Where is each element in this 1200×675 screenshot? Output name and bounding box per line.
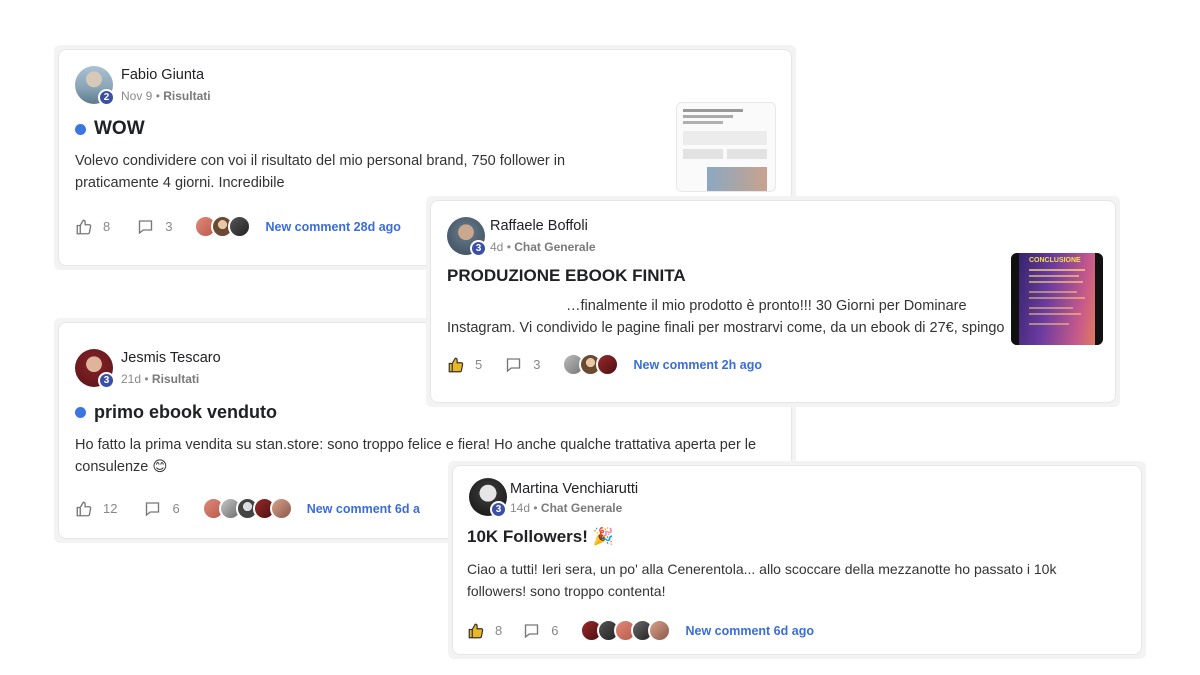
post-date: 14d	[510, 501, 531, 515]
new-comment-link[interactable]: New comment 2h ago	[633, 358, 762, 372]
comment-count: 3	[165, 219, 173, 234]
like-button[interactable]: 8	[467, 622, 502, 640]
like-button[interactable]: 12	[75, 500, 117, 518]
post-category[interactable]: Chat Generale	[541, 501, 622, 515]
thumbs-up-icon	[76, 219, 92, 234]
commenter-avatar	[648, 619, 672, 642]
level-badge: 3	[490, 501, 507, 518]
post-title[interactable]: WOW	[75, 118, 145, 140]
post-body-line: Instagram. Vi condivido le pagine finali…	[447, 320, 1005, 336]
post-meta: Nov 9 • Risultati	[121, 89, 211, 103]
comment-button[interactable]: 3	[136, 218, 172, 236]
speech-bubble-icon	[146, 501, 160, 516]
thumbnail-heading: CONCLUSIONE	[1029, 257, 1081, 264]
post-meta: 21d • Risultati	[121, 372, 200, 386]
post-title-text: primo ebook venduto	[94, 402, 278, 422]
comment-button[interactable]: 3	[504, 356, 540, 374]
commenter-avatars[interactable]	[194, 215, 252, 238]
commenter-avatars[interactable]	[201, 497, 293, 520]
post-actions: 12 6 New comment 6d a	[75, 497, 420, 520]
unread-dot	[75, 123, 86, 135]
comment-count: 6	[551, 623, 559, 638]
post-actions: 8 3 New comment 28d ago	[75, 215, 401, 238]
post-card-inner: 3 Martina Venchiarutti 14d • Chat Genera…	[452, 465, 1142, 655]
post-title-text: PRODUZIONE EBOOK FINITA	[447, 266, 686, 285]
post-date: Nov 9	[121, 89, 153, 103]
like-count: 12	[103, 501, 118, 516]
author-name[interactable]: Fabio Giunta	[121, 67, 204, 83]
speech-bubble-icon	[139, 219, 153, 234]
post-category[interactable]: Risultati	[163, 89, 210, 103]
post-category[interactable]: Risultati	[152, 372, 199, 386]
post-card-inner: 3 Raffaele Boffoli 4d • Chat Generale PR…	[430, 200, 1116, 403]
level-badge: 3	[470, 240, 487, 257]
like-count: 5	[475, 357, 483, 372]
post-date: 4d	[490, 240, 504, 254]
commenter-avatar	[269, 497, 293, 520]
post-meta: 14d • Chat Generale	[510, 501, 623, 515]
author-name[interactable]: Jesmis Tescaro	[121, 350, 221, 366]
post-thumbnail[interactable]	[676, 102, 776, 192]
like-count: 8	[103, 219, 111, 234]
thumbs-up-icon	[448, 357, 464, 372]
thumbs-up-icon	[468, 623, 484, 638]
post-body: …finalmente il mio prodotto è pronto!!! …	[447, 295, 1007, 339]
commenter-avatar	[596, 353, 620, 376]
post-title[interactable]: primo ebook venduto	[75, 402, 277, 423]
post-body-line: …finalmente il mio prodotto è pronto!!! …	[566, 298, 967, 314]
post-body: Ciao a tutti! Ieri sera, un po' alla Cen…	[467, 561, 1057, 599]
post-actions: 5 3 New comment 2h ago	[447, 353, 762, 376]
new-comment-link[interactable]: New comment 28d ago	[265, 220, 400, 234]
comment-count: 3	[533, 357, 541, 372]
post-date: 21d	[121, 372, 142, 386]
speech-bubble-icon	[525, 623, 539, 638]
author-name[interactable]: Raffaele Boffoli	[490, 218, 588, 234]
commenter-avatars[interactable]	[580, 619, 672, 642]
post-title-text: 10K Followers! 🎉	[467, 527, 614, 546]
post-title[interactable]: PRODUZIONE EBOOK FINITA	[447, 266, 686, 286]
like-count: 8	[495, 623, 503, 638]
post-category[interactable]: Chat Generale	[514, 240, 595, 254]
like-button[interactable]: 8	[75, 218, 110, 236]
post-card-raffaele[interactable]: 3 Raffaele Boffoli 4d • Chat Generale PR…	[426, 196, 1120, 407]
post-actions: 8 6 New comment 6d ago	[467, 619, 814, 642]
post-title[interactable]: 10K Followers! 🎉	[467, 527, 614, 547]
like-button[interactable]: 5	[447, 356, 482, 374]
thumbs-up-icon	[76, 501, 92, 516]
comment-count: 6	[172, 501, 180, 516]
unread-dot	[75, 407, 86, 418]
new-comment-link[interactable]: New comment 6d ago	[685, 624, 814, 638]
speech-bubble-icon	[507, 357, 521, 372]
post-card-martina[interactable]: 3 Martina Venchiarutti 14d • Chat Genera…	[448, 461, 1146, 659]
commenter-avatar	[228, 215, 252, 238]
new-comment-link[interactable]: New comment 6d a	[307, 502, 420, 516]
commenter-avatars[interactable]	[562, 353, 620, 376]
post-body: Volevo condividere con voi il risultato …	[75, 153, 566, 191]
post-title-text: WOW	[94, 118, 145, 139]
level-badge: 3	[98, 372, 115, 389]
comment-button[interactable]: 6	[143, 500, 180, 518]
level-badge: 2	[98, 89, 115, 106]
comment-button[interactable]: 6	[522, 622, 558, 640]
author-name[interactable]: Martina Venchiarutti	[510, 481, 638, 497]
post-thumbnail[interactable]: CONCLUSIONE	[1011, 253, 1103, 345]
post-meta: 4d • Chat Generale	[490, 240, 596, 254]
